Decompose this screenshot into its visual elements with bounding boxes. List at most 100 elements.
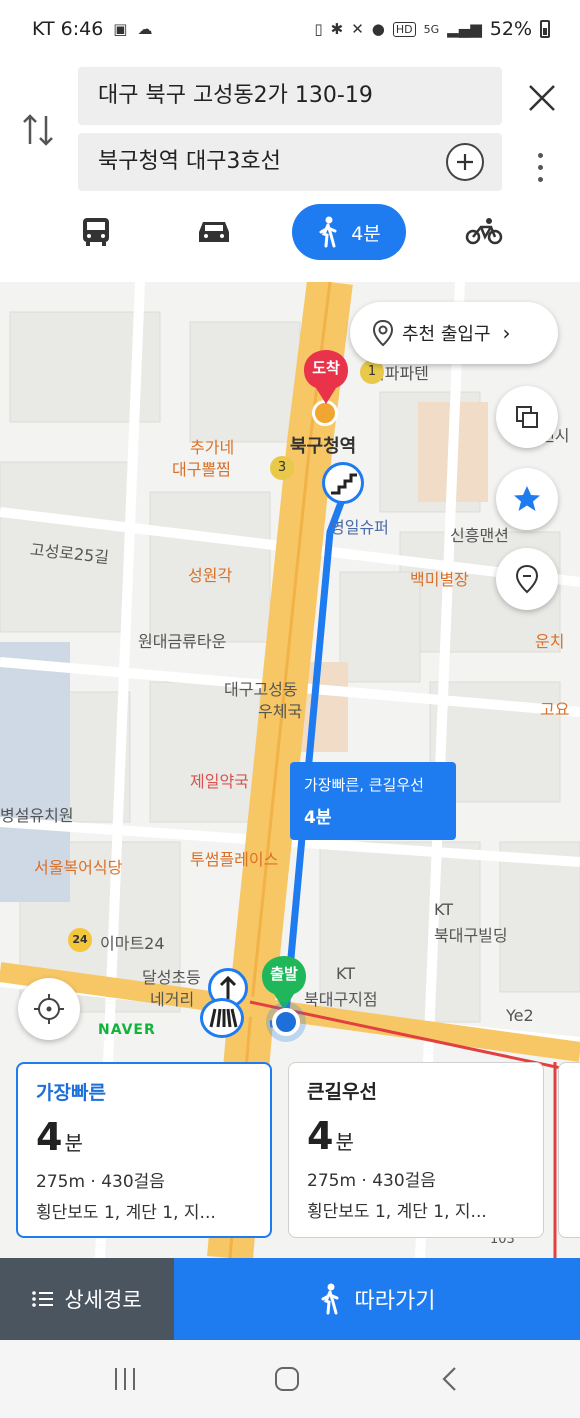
poi-label[interactable]: Ye2 — [506, 1006, 534, 1025]
poi-label[interactable]: 우체국 — [258, 698, 302, 722]
poi-label[interactable]: 운치 — [535, 628, 564, 652]
chevron-right-icon: › — [502, 321, 511, 345]
route-tooltip[interactable]: 가장빠른, 큰길우선 4분 — [290, 762, 456, 840]
follow-route-label: 따라가기 — [354, 1289, 436, 1314]
bus-icon — [83, 218, 109, 246]
walk-icon — [321, 1283, 339, 1315]
bike-icon — [465, 218, 503, 245]
destination-field[interactable]: 북구청역 대구3호선 — [78, 133, 502, 191]
battery-percent: 52% — [489, 18, 532, 40]
poi-label[interactable]: 제일약국 — [190, 768, 249, 792]
my-location-button[interactable] — [18, 978, 80, 1040]
subway-exit-badge: 3 — [270, 456, 294, 480]
poi-label[interactable]: 병설유치원 — [0, 802, 74, 826]
poi-label: 네거리 — [150, 990, 195, 1009]
system-nav-bar — [0, 1340, 580, 1418]
poi-label[interactable]: 투썸플레이스 — [190, 846, 278, 870]
battery-icon — [540, 20, 550, 38]
origin-field[interactable]: 대구 북구 고성동2가 130-19 — [78, 67, 502, 125]
route-card-name: 가장빠른 — [36, 1082, 106, 1104]
close-icon[interactable] — [524, 80, 560, 116]
poi-label[interactable]: 신흥맨션 — [450, 522, 509, 546]
poi-label: 달성초등 — [142, 968, 201, 987]
mode-bus-tab[interactable] — [66, 204, 126, 260]
route-card-distance: 275m · 430걸음 — [36, 1172, 165, 1192]
route-card-name: 큰길우선 — [307, 1081, 377, 1103]
entrance-label: 추천 출입구 — [402, 324, 491, 345]
network-badge: 5G — [423, 22, 440, 36]
route-card-time: 4 — [36, 1115, 63, 1159]
route-card-main-road[interactable]: 큰길우선 4분 275m · 430걸음 횡단보도 1, 계단 1, 지... — [288, 1062, 544, 1238]
route-card-time-unit: 분 — [335, 1130, 354, 1154]
follow-route-button[interactable]: 따라가기 — [174, 1258, 580, 1340]
walk-icon — [319, 216, 337, 248]
layers-icon — [516, 406, 538, 428]
hd-badge: HD — [392, 21, 416, 37]
crosshair-icon — [34, 994, 64, 1024]
detail-route-button[interactable]: 상세경로 — [0, 1258, 174, 1340]
route-card-peek[interactable] — [558, 1062, 580, 1238]
stairs-icon — [322, 462, 364, 504]
nfc-icon: ▯ — [314, 20, 323, 38]
notification-icon: ▣ — [113, 20, 128, 38]
mode-bike-tab[interactable] — [454, 204, 514, 260]
poi-label[interactable]: 고요 — [540, 696, 569, 720]
poi-label[interactable]: 원대금류타운 — [138, 628, 226, 652]
poi-label[interactable]: KT — [336, 964, 355, 983]
location-icon: ● — [371, 20, 385, 38]
detail-route-label: 상세경로 — [64, 1288, 142, 1312]
bluetooth-icon: ✱ — [330, 20, 344, 38]
crosswalk-icon — [200, 998, 244, 1038]
list-icon — [32, 1291, 54, 1307]
poi-label[interactable]: 성원각 — [188, 562, 232, 586]
poi-label[interactable]: 백미별장 — [410, 566, 469, 590]
walk-time-label: 4분 — [351, 222, 381, 245]
route-tooltip-time: 4분 — [304, 808, 332, 828]
plus-icon — [457, 154, 473, 170]
start-pin[interactable]: 출발 — [260, 954, 308, 1012]
poi-label[interactable]: 이마트24 — [100, 930, 165, 954]
star-icon — [514, 486, 540, 511]
naver-logo: NAVER — [98, 1022, 156, 1038]
poi-label[interactable]: 추가네 — [190, 434, 234, 458]
poi-label[interactable]: 서울복어식당 — [34, 854, 122, 878]
arrival-pin[interactable]: 도착 — [302, 348, 350, 406]
weather-icon: ☁ — [137, 20, 153, 38]
poi-label[interactable]: 대구뽈찜 — [172, 456, 231, 480]
arrival-label: 도착 — [312, 359, 340, 377]
more-menu-button[interactable] — [530, 150, 550, 186]
route-tooltip-name: 가장빠른, 큰길우선 — [304, 776, 424, 794]
mode-car-tab[interactable] — [184, 204, 244, 260]
route-card-fastest[interactable]: 가장빠른 4분 275m · 430걸음 횡단보도 1, 계단 1, 지... — [16, 1062, 272, 1238]
location-pin-button[interactable] — [496, 548, 558, 610]
status-bar: KT 6:46 ▣ ☁ ▯ ✱ ✕ ● HD 5G ▂▄▆ 52% — [0, 0, 580, 62]
mute-icon: ✕ — [351, 20, 364, 38]
map-view[interactable]: 회파파텐 1 북구청역 추가네 대구뽈찜 3 영일슈퍼 신흥맨션 맨시 고성로2… — [0, 282, 580, 1258]
layers-button[interactable] — [496, 386, 558, 448]
signal-icon: ▂▄▆ — [447, 20, 482, 38]
current-location-dot — [272, 1008, 300, 1036]
station-label[interactable]: 북구청역 — [290, 432, 356, 458]
route-card-detail: 횡단보도 1, 계단 1, 지... — [307, 1202, 487, 1222]
route-search-header: 대구 북구 고성동2가 130-19 북구청역 대구3호선 4분 — [0, 62, 580, 282]
recommended-entrance-button[interactable]: 추천 출입구 › — [350, 302, 558, 364]
recent-apps-icon[interactable] — [112, 1366, 138, 1392]
add-waypoint-button[interactable] — [446, 143, 484, 181]
route-card-time-unit: 분 — [64, 1131, 83, 1155]
pin-outline-icon — [515, 564, 539, 594]
poi-label[interactable]: 대구고성동 — [224, 676, 298, 700]
route-card-distance: 275m · 430걸음 — [307, 1171, 436, 1191]
poi-label[interactable]: 북대구지점 — [304, 986, 378, 1010]
swap-icon[interactable] — [20, 110, 56, 150]
home-icon[interactable] — [274, 1366, 300, 1392]
mode-walk-tab[interactable]: 4분 — [292, 204, 406, 260]
route-card-time: 4 — [307, 1114, 334, 1158]
poi-label[interactable]: KT — [434, 900, 453, 919]
poi-label[interactable]: 영일슈퍼 — [330, 514, 389, 538]
poi-label[interactable]: 북대구빌딩 — [434, 922, 508, 946]
emart24-icon: 24 — [68, 928, 92, 952]
route-card-detail: 횡단보도 1, 계단 1, 지... — [36, 1203, 216, 1223]
favorites-button[interactable] — [496, 468, 558, 530]
carrier-time: KT 6:46 — [32, 18, 104, 40]
back-icon[interactable] — [440, 1366, 460, 1392]
